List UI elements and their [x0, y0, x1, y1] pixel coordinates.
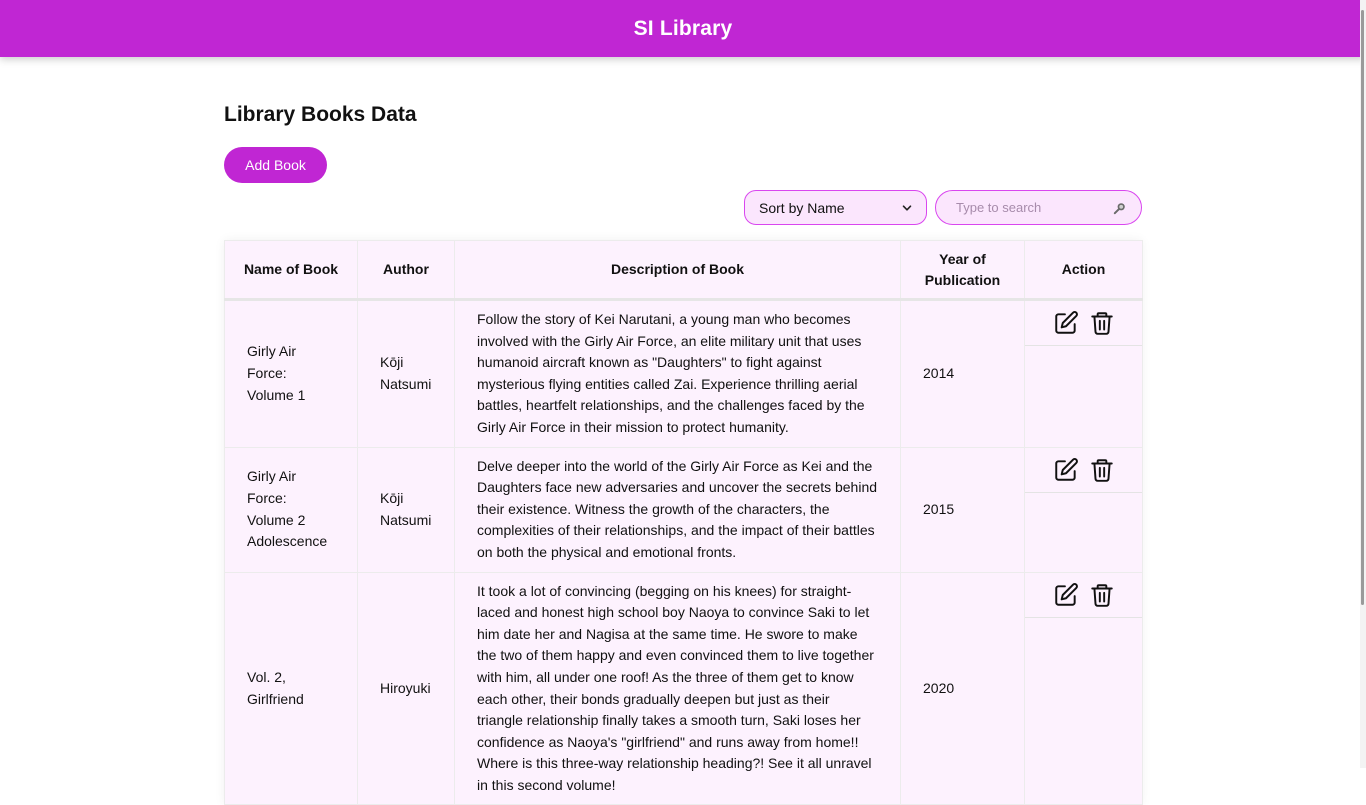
header-name: Name of Book: [224, 240, 358, 301]
header-year: Year of Publication: [900, 240, 1025, 301]
app-title[interactable]: SI Library: [634, 17, 733, 41]
table-row: Girly Air Force: Volume 2 Adolescence Kō…: [224, 446, 1143, 573]
row-actions: [1024, 446, 1143, 573]
book-name: Vol. 2, Girlfriend: [224, 571, 358, 805]
book-year: 2020: [900, 571, 1025, 805]
trash-icon[interactable]: [1089, 582, 1115, 608]
page-title: Library Books Data: [224, 103, 417, 126]
sort-select-value: Sort by Name: [759, 199, 845, 216]
scrollbar-thumb[interactable]: [1361, 10, 1364, 605]
book-description: Delve deeper into the world of the Girly…: [454, 446, 901, 573]
search-input[interactable]: [954, 199, 1108, 216]
table-row: Vol. 2, Girlfriend Hiroyuki It took a lo…: [224, 571, 1143, 805]
trash-icon[interactable]: [1089, 310, 1115, 336]
header-description: Description of Book: [454, 240, 901, 301]
books-table-container: Name of Book Author Description of Book …: [224, 240, 1143, 805]
trash-icon[interactable]: [1089, 457, 1115, 483]
book-author: Kōji Natsumi: [357, 446, 455, 573]
book-description: Follow the story of Kei Narutani, a youn…: [454, 299, 901, 448]
search-icon[interactable]: [1113, 201, 1127, 215]
book-name: Girly Air Force: Volume 2 Adolescence: [224, 446, 358, 573]
add-book-button[interactable]: Add Book: [224, 147, 327, 183]
table-header-row: Name of Book Author Description of Book …: [224, 240, 1143, 301]
header-author: Author: [357, 240, 455, 301]
book-year: 2015: [900, 446, 1025, 573]
sort-select[interactable]: Sort by Name: [744, 190, 927, 225]
book-author: Kōji Natsumi: [357, 299, 455, 448]
row-actions: [1024, 299, 1143, 448]
edit-icon[interactable]: [1053, 582, 1079, 608]
action-bar: [1025, 301, 1142, 346]
search-box: [935, 190, 1142, 225]
header-action: Action: [1024, 240, 1143, 301]
books-table: Name of Book Author Description of Book …: [224, 240, 1143, 805]
table-row: Girly Air Force: Volume 1 Kōji Natsumi F…: [224, 299, 1143, 448]
book-description: It took a lot of convincing (begging on …: [454, 571, 901, 805]
book-year: 2014: [900, 299, 1025, 448]
edit-icon[interactable]: [1053, 310, 1079, 336]
action-bar: [1025, 447, 1142, 493]
book-name: Girly Air Force: Volume 1: [224, 299, 358, 448]
chevron-down-icon: [902, 204, 912, 211]
book-author: Hiroyuki: [357, 571, 455, 805]
page-scrollbar[interactable]: [1360, 0, 1366, 768]
navbar: SI Library: [0, 0, 1366, 57]
edit-icon[interactable]: [1053, 457, 1079, 483]
row-actions: [1024, 571, 1143, 805]
action-bar: [1025, 572, 1142, 618]
